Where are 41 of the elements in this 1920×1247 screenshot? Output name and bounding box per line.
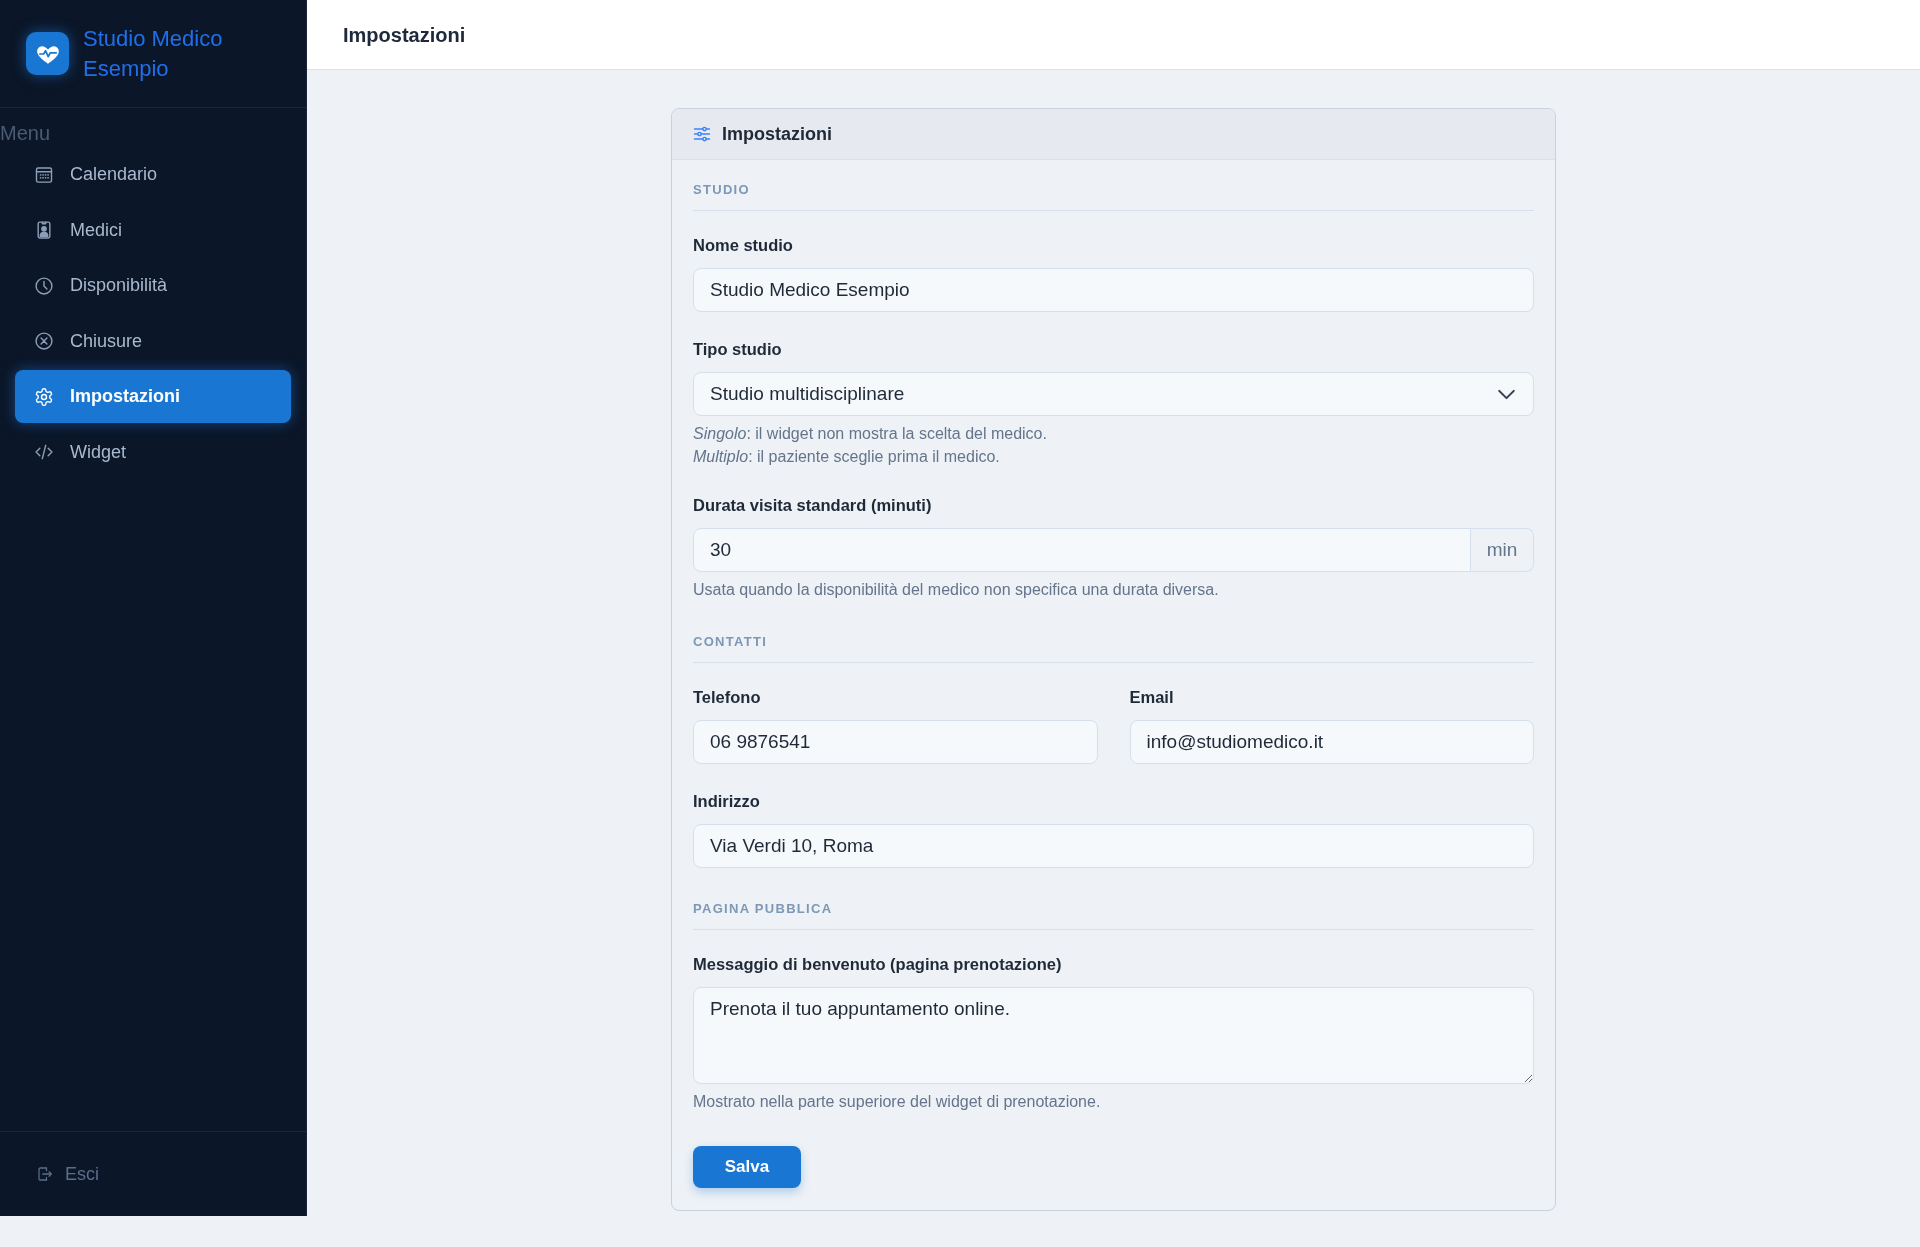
nav-item[interactable]: Medici [15, 203, 291, 257]
nav-item[interactable]: Widget [15, 425, 291, 479]
field-label: Telefono [693, 687, 761, 707]
brand-name: Studio Medico Esempio [83, 24, 224, 83]
nav-item[interactable]: Calendario [15, 148, 291, 201]
text-field[interactable]: Via Verdi 10, Roma [693, 824, 1534, 868]
help-text: Mostrato nella parte superiore del widget di prenotazione. [693, 1092, 1101, 1112]
logout-icon [36, 1165, 54, 1183]
field-label: Tipo studio [693, 339, 782, 359]
section-heading: CONTATTI [693, 633, 768, 651]
text-field[interactable]: 06 9876541 [693, 720, 1098, 764]
section-heading: PAGINA PUBBLICA [693, 900, 833, 918]
help-text: Usata quando la disponibilità del medico non specifica una durata diversa. [693, 580, 1219, 600]
help-text: Multiplo: il paziente sceglie prima il medico. [693, 447, 1000, 467]
page-title: Impostazioni [343, 22, 466, 48]
nav-item[interactable]: Chiusure [15, 314, 291, 368]
number-field[interactable]: 30 [693, 528, 1471, 572]
id-badge-icon [34, 220, 54, 241]
field-label: Nome studio [693, 235, 793, 255]
text-field[interactable]: info@studiomedico.it [1129, 720, 1534, 764]
sliders-icon [692, 124, 712, 144]
logo-icon [26, 32, 69, 75]
help-text: Singolo: il widget non mostra la scelta del medico. [693, 424, 1047, 444]
section-heading: STUDIO [693, 181, 750, 199]
field-label: Indirizzo [693, 791, 760, 811]
unit-label: min [1471, 528, 1534, 572]
clock-icon [34, 275, 54, 296]
calendar-icon [34, 164, 54, 185]
save-button[interactable]: Salva [693, 1146, 801, 1188]
close-circle-icon [34, 331, 54, 352]
menu-heading: Menu [0, 121, 51, 145]
nav-item[interactable]: Disponibilità [15, 259, 291, 313]
dropdown[interactable]: Studio multidisciplinare [693, 372, 1534, 416]
settings-icon [34, 386, 54, 407]
field-label: Durata visita standard (minuti) [693, 495, 932, 515]
card-title: Impostazioni [722, 122, 832, 146]
field-label: Email [1129, 687, 1174, 707]
text-field[interactable]: Studio Medico Esempio [693, 268, 1534, 312]
nav-item[interactable]: Impostazioni [15, 370, 291, 424]
textarea-field[interactable]: Prenota il tuo appuntamento online. [693, 987, 1534, 1084]
field-label: Messaggio di benvenuto (pagina prenotazione) [693, 954, 1062, 974]
